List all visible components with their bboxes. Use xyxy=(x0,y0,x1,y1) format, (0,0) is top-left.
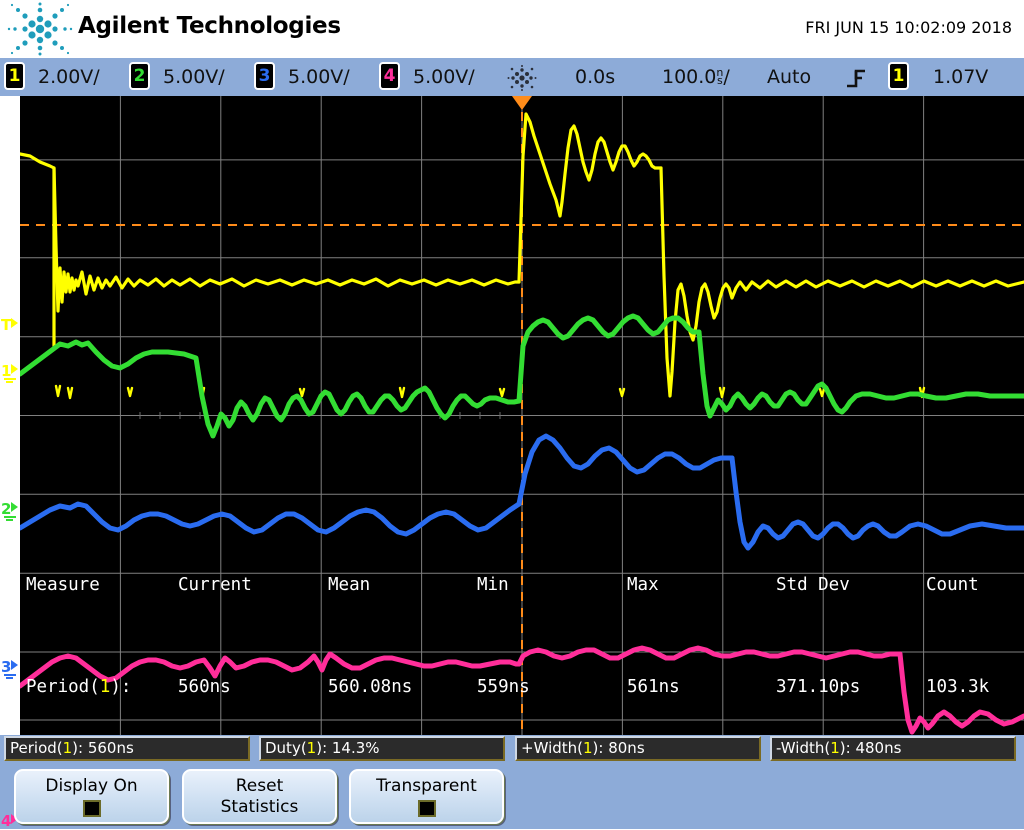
transparent-label: Transparent xyxy=(351,776,502,797)
brand-title: Agilent Technologies xyxy=(78,13,341,39)
channel-1-scale[interactable]: 2.00V/ xyxy=(38,66,100,88)
reset-statistics-label-line2: Statistics xyxy=(184,797,335,818)
channel-1-marker-arrow xyxy=(11,364,18,374)
channel-3-ground-marker[interactable]: 3 xyxy=(1,660,18,678)
channel-2-marker-label: 2 xyxy=(1,500,11,518)
display-on-checkbox[interactable] xyxy=(83,800,101,817)
datetime-label: FRI JUN 15 10:02:09 2018 xyxy=(805,18,1012,37)
period-min: 559ns xyxy=(477,675,530,701)
channel-1-marker-label: 1 xyxy=(1,362,11,380)
reset-statistics-button[interactable]: Reset Statistics xyxy=(182,769,337,824)
badge-pos-width[interactable]: +Width(1): 80ns xyxy=(515,736,761,761)
channel-2-ground-marker[interactable]: 2 xyxy=(1,502,18,520)
statistics-header-row: Measure Current Mean Min Max Std Dev Cou… xyxy=(26,573,110,599)
column-header-mean: Mean xyxy=(328,573,370,599)
channel-4-scale[interactable]: 5.00V/ xyxy=(413,66,475,88)
waveform-canvas xyxy=(20,96,1024,735)
delay-value[interactable]: 0.0s xyxy=(575,66,615,88)
display-on-button[interactable]: Display On xyxy=(14,769,169,824)
trigger-marker-arrow xyxy=(11,318,18,328)
trigger-marker-label: T xyxy=(1,316,11,334)
channel-2-chip[interactable]: 2 xyxy=(129,62,150,90)
period-mean: 560.08ns xyxy=(328,675,412,701)
acquisition-burst-icon[interactable] xyxy=(507,65,537,91)
period-count: 103.3k xyxy=(926,675,989,701)
statistics-row-period: Period(1): 560ns 560.08ns 559ns 561ns 37… xyxy=(26,675,110,701)
channel-1-ground-marker[interactable]: 1 xyxy=(1,364,18,382)
trigger-level-marker[interactable]: T xyxy=(1,318,18,333)
trigger-source-chip[interactable]: 1 xyxy=(888,62,909,90)
reset-statistics-label-line1: Reset xyxy=(184,776,335,797)
statistics-table: Measure Current Mean Min Max Std Dev Cou… xyxy=(26,522,110,735)
column-header-measure: Measure xyxy=(26,573,100,599)
timebase-number: 100.0 xyxy=(662,66,716,88)
channel-3-scale[interactable]: 5.00V/ xyxy=(288,66,350,88)
channel-3-chip[interactable]: 3 xyxy=(254,62,275,90)
channel-2-scale[interactable]: 5.00V/ xyxy=(163,66,225,88)
softkey-bar: Display On Reset Statistics Transparent xyxy=(0,769,1024,829)
badge-duty[interactable]: Duty(1): 14.3% xyxy=(259,736,505,761)
transparent-button[interactable]: Transparent xyxy=(349,769,504,824)
trigger-level[interactable]: 1.07V xyxy=(933,66,988,88)
column-header-max: Max xyxy=(627,573,659,599)
column-header-current: Current xyxy=(178,573,252,599)
rising-edge-icon[interactable] xyxy=(845,67,867,89)
display-on-label: Display On xyxy=(16,776,167,797)
agilent-starburst-icon xyxy=(6,2,74,56)
timebase-suffix: / xyxy=(723,66,729,88)
transparent-checkbox[interactable] xyxy=(418,800,436,817)
settings-bar: 1 2.00V/ 2 5.00V/ 3 5.00V/ 4 5.00V/ 0.0s… xyxy=(0,58,1024,96)
row-label-period: Period(1): xyxy=(26,675,131,701)
waveform-display[interactable]: Measure Current Mean Min Max Std Dev Cou… xyxy=(20,96,1024,735)
channel-3-marker-arrow xyxy=(11,660,18,670)
badge-period[interactable]: Period(1): 560ns xyxy=(4,736,250,761)
measurement-badge-bar: Period(1): 560ns Duty(1): 14.3% +Width(1… xyxy=(0,736,1024,763)
period-max: 561ns xyxy=(627,675,680,701)
timebase-value[interactable]: 100.0ns/ xyxy=(662,66,730,88)
oscilloscope-screen: Agilent Technologies FRI JUN 15 10:02:09… xyxy=(0,0,1024,829)
channel-3-marker-label: 3 xyxy=(1,658,11,676)
channel-1-chip[interactable]: 1 xyxy=(4,62,25,90)
title-bar: Agilent Technologies FRI JUN 15 10:02:09… xyxy=(0,0,1024,58)
channel-4-chip[interactable]: 4 xyxy=(379,62,400,90)
channel-marker-gutter: T 1 2 3 4 xyxy=(0,96,20,735)
column-header-min: Min xyxy=(477,573,509,599)
trigger-mode[interactable]: Auto xyxy=(767,66,811,88)
period-current: 560ns xyxy=(178,675,231,701)
column-header-count: Count xyxy=(926,573,979,599)
column-header-stddev: Std Dev xyxy=(776,573,850,599)
badge-neg-width[interactable]: -Width(1): 480ns xyxy=(770,736,1016,761)
period-stddev: 371.10ps xyxy=(776,675,860,701)
channel-2-marker-arrow xyxy=(11,502,18,512)
